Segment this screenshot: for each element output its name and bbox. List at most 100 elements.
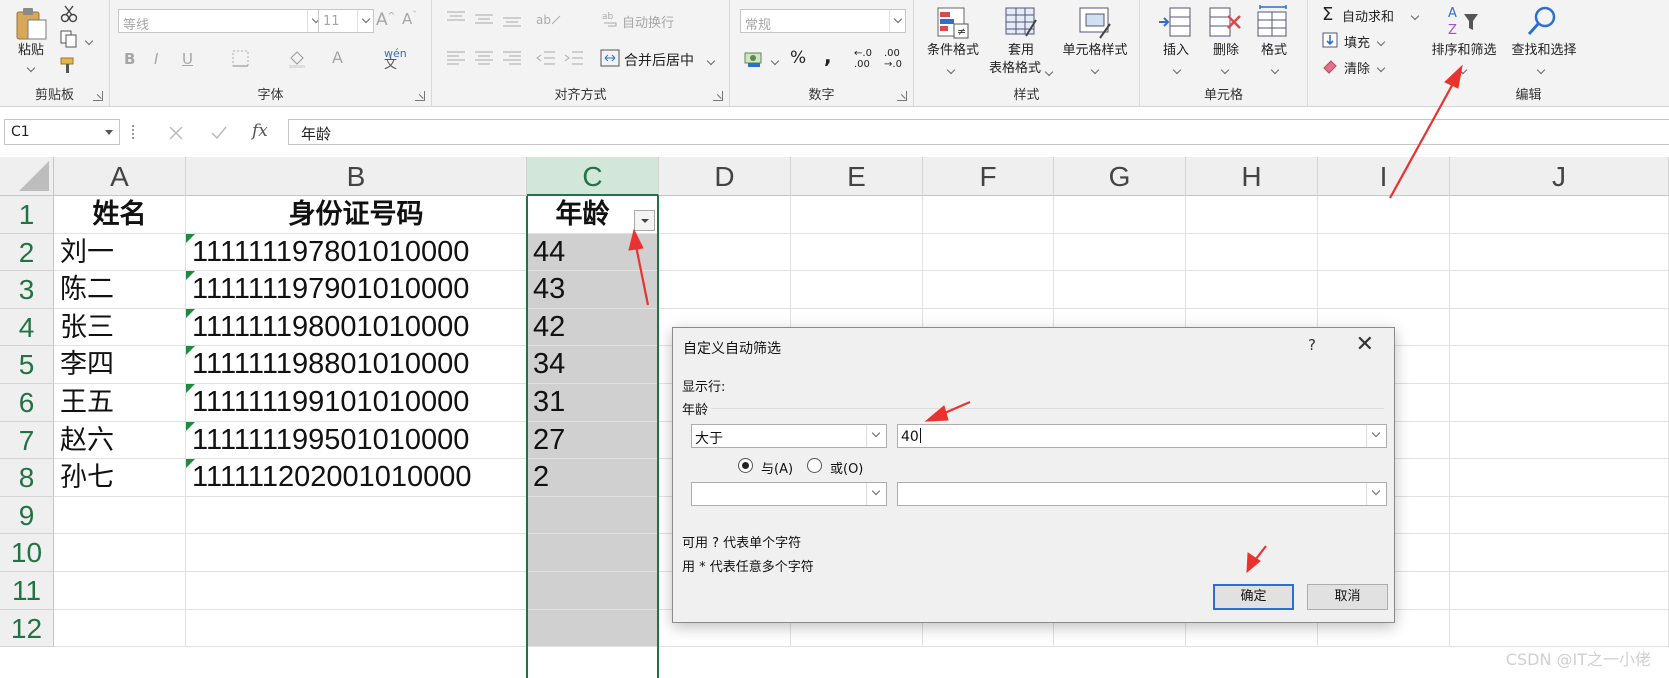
empty-cell[interactable] — [186, 609, 527, 648]
align-center-icon[interactable] — [474, 50, 494, 70]
ok-button[interactable]: 确定 — [1213, 584, 1294, 610]
age-cell[interactable]: 34 — [527, 346, 659, 384]
column-header-g[interactable]: G — [1054, 157, 1186, 196]
chevron-down-icon[interactable] — [1536, 62, 1546, 77]
cell-styles-label[interactable]: 单元格样式 — [1054, 42, 1136, 59]
header-cell-name[interactable]: 姓名 — [54, 196, 186, 234]
formula-bar-splitter[interactable] — [132, 125, 135, 139]
row-header-3[interactable]: 3 — [0, 271, 54, 309]
operator1-select[interactable]: 大于 — [691, 424, 887, 448]
chevron-down-icon[interactable] — [1090, 62, 1100, 77]
age-cell[interactable]: 27 — [527, 421, 659, 460]
insert-cells-icon[interactable] — [1158, 6, 1192, 44]
align-top-icon[interactable] — [446, 10, 466, 30]
empty-cell[interactable] — [54, 534, 186, 572]
empty-cell[interactable] — [923, 233, 1054, 272]
underline-button[interactable]: U — [182, 50, 193, 68]
clear-label[interactable]: 清除 — [1344, 58, 1370, 77]
dialog-launcher-icon[interactable] — [897, 91, 907, 101]
grow-font-icon[interactable]: A^ — [376, 10, 395, 30]
chevron-down-icon[interactable] — [1220, 62, 1230, 77]
format-label[interactable]: 格式 — [1252, 42, 1296, 59]
format-as-table-label-1[interactable]: 套用 — [990, 42, 1052, 59]
bold-button[interactable]: B — [124, 50, 135, 68]
empty-cell[interactable] — [1450, 233, 1669, 272]
conditional-format-icon[interactable]: ≠ — [936, 6, 970, 44]
empty-cell[interactable] — [791, 196, 923, 234]
empty-cell[interactable] — [1450, 534, 1669, 572]
empty-cell[interactable] — [186, 572, 527, 610]
value2-input[interactable] — [897, 482, 1387, 506]
and-radio[interactable] — [738, 458, 753, 473]
empty-cell[interactable] — [923, 271, 1054, 309]
chevron-down-icon[interactable] — [1172, 62, 1182, 77]
and-label[interactable]: 与(A) — [761, 458, 793, 477]
row-header-4[interactable]: 4 — [0, 308, 54, 347]
merge-center-icon[interactable] — [600, 49, 620, 71]
empty-cell[interactable] — [659, 196, 791, 234]
cut-icon[interactable] — [60, 5, 78, 27]
align-middle-icon[interactable] — [474, 10, 494, 30]
chevron-down-icon[interactable] — [770, 53, 780, 68]
help-button[interactable]: ? — [1308, 336, 1316, 354]
empty-cell[interactable] — [1054, 233, 1186, 272]
chevron-down-icon[interactable] — [1410, 8, 1420, 23]
column-header-b[interactable]: B — [186, 157, 527, 196]
cancel-icon[interactable] — [168, 125, 184, 141]
cell-styles-icon[interactable] — [1078, 6, 1112, 44]
name-cell[interactable]: 王五 — [54, 384, 186, 422]
id-cell[interactable]: 111111199501010000 — [186, 421, 527, 460]
sort-filter-label[interactable]: 排序和筛选 — [1426, 42, 1502, 59]
empty-cell[interactable] — [1450, 421, 1669, 460]
chevron-down-icon[interactable] — [1366, 425, 1386, 447]
format-painter-icon[interactable] — [60, 56, 78, 78]
empty-cell[interactable] — [527, 609, 659, 648]
name-box[interactable]: C1 — [4, 119, 120, 145]
empty-cell[interactable] — [1318, 233, 1450, 272]
row-header-7[interactable]: 7 — [0, 421, 54, 460]
empty-cell[interactable] — [1450, 384, 1669, 422]
chevron-down-icon[interactable] — [866, 483, 886, 505]
decrease-indent-icon[interactable] — [536, 50, 556, 70]
column-header-j[interactable]: J — [1450, 157, 1669, 196]
empty-cell[interactable] — [791, 233, 923, 272]
comma-button[interactable]: , — [824, 44, 832, 68]
empty-cell[interactable] — [1186, 233, 1318, 272]
row-header-9[interactable]: 9 — [0, 496, 54, 535]
or-label[interactable]: 或(O) — [830, 458, 863, 477]
name-box-dropdown-icon[interactable] — [105, 130, 113, 135]
align-right-icon[interactable] — [502, 50, 522, 70]
sort-filter-icon[interactable]: AZ — [1446, 4, 1480, 44]
chevron-down-icon[interactable] — [946, 62, 956, 77]
row-header-10[interactable]: 10 — [0, 534, 54, 572]
empty-cell[interactable] — [1318, 271, 1450, 309]
empty-cell[interactable] — [527, 534, 659, 572]
empty-cell[interactable] — [659, 271, 791, 309]
wrap-text-icon[interactable]: ab — [602, 10, 620, 32]
chevron-down-icon[interactable] — [1376, 60, 1386, 75]
dialog-launcher-icon[interactable] — [713, 91, 723, 101]
empty-cell[interactable] — [186, 496, 527, 535]
age-cell[interactable]: 42 — [527, 308, 659, 347]
border-icon[interactable] — [232, 50, 250, 72]
chevron-down-icon[interactable] — [1376, 34, 1386, 49]
name-cell[interactable]: 张三 — [54, 308, 186, 347]
chevron-down-icon[interactable] — [26, 60, 36, 75]
empty-cell[interactable] — [186, 534, 527, 572]
insert-label[interactable]: 插入 — [1154, 42, 1198, 59]
column-header-h[interactable]: H — [1186, 157, 1318, 196]
insert-function-icon[interactable]: fx — [252, 121, 268, 141]
fill-label[interactable]: 填充 — [1344, 32, 1370, 51]
empty-cell[interactable] — [1450, 609, 1669, 648]
copy-icon[interactable] — [60, 30, 78, 52]
paste-icon[interactable] — [14, 6, 48, 44]
name-cell[interactable]: 陈二 — [54, 271, 186, 309]
empty-cell[interactable] — [1450, 459, 1669, 497]
row-header-6[interactable]: 6 — [0, 384, 54, 422]
row-header-1[interactable]: 1 — [0, 196, 54, 234]
age-cell[interactable]: 31 — [527, 384, 659, 422]
dialog-launcher-icon[interactable] — [93, 91, 103, 101]
row-header-2[interactable]: 2 — [0, 233, 54, 272]
font-size-select[interactable]: 11 — [318, 9, 374, 33]
row-header-12[interactable]: 12 — [0, 609, 54, 648]
